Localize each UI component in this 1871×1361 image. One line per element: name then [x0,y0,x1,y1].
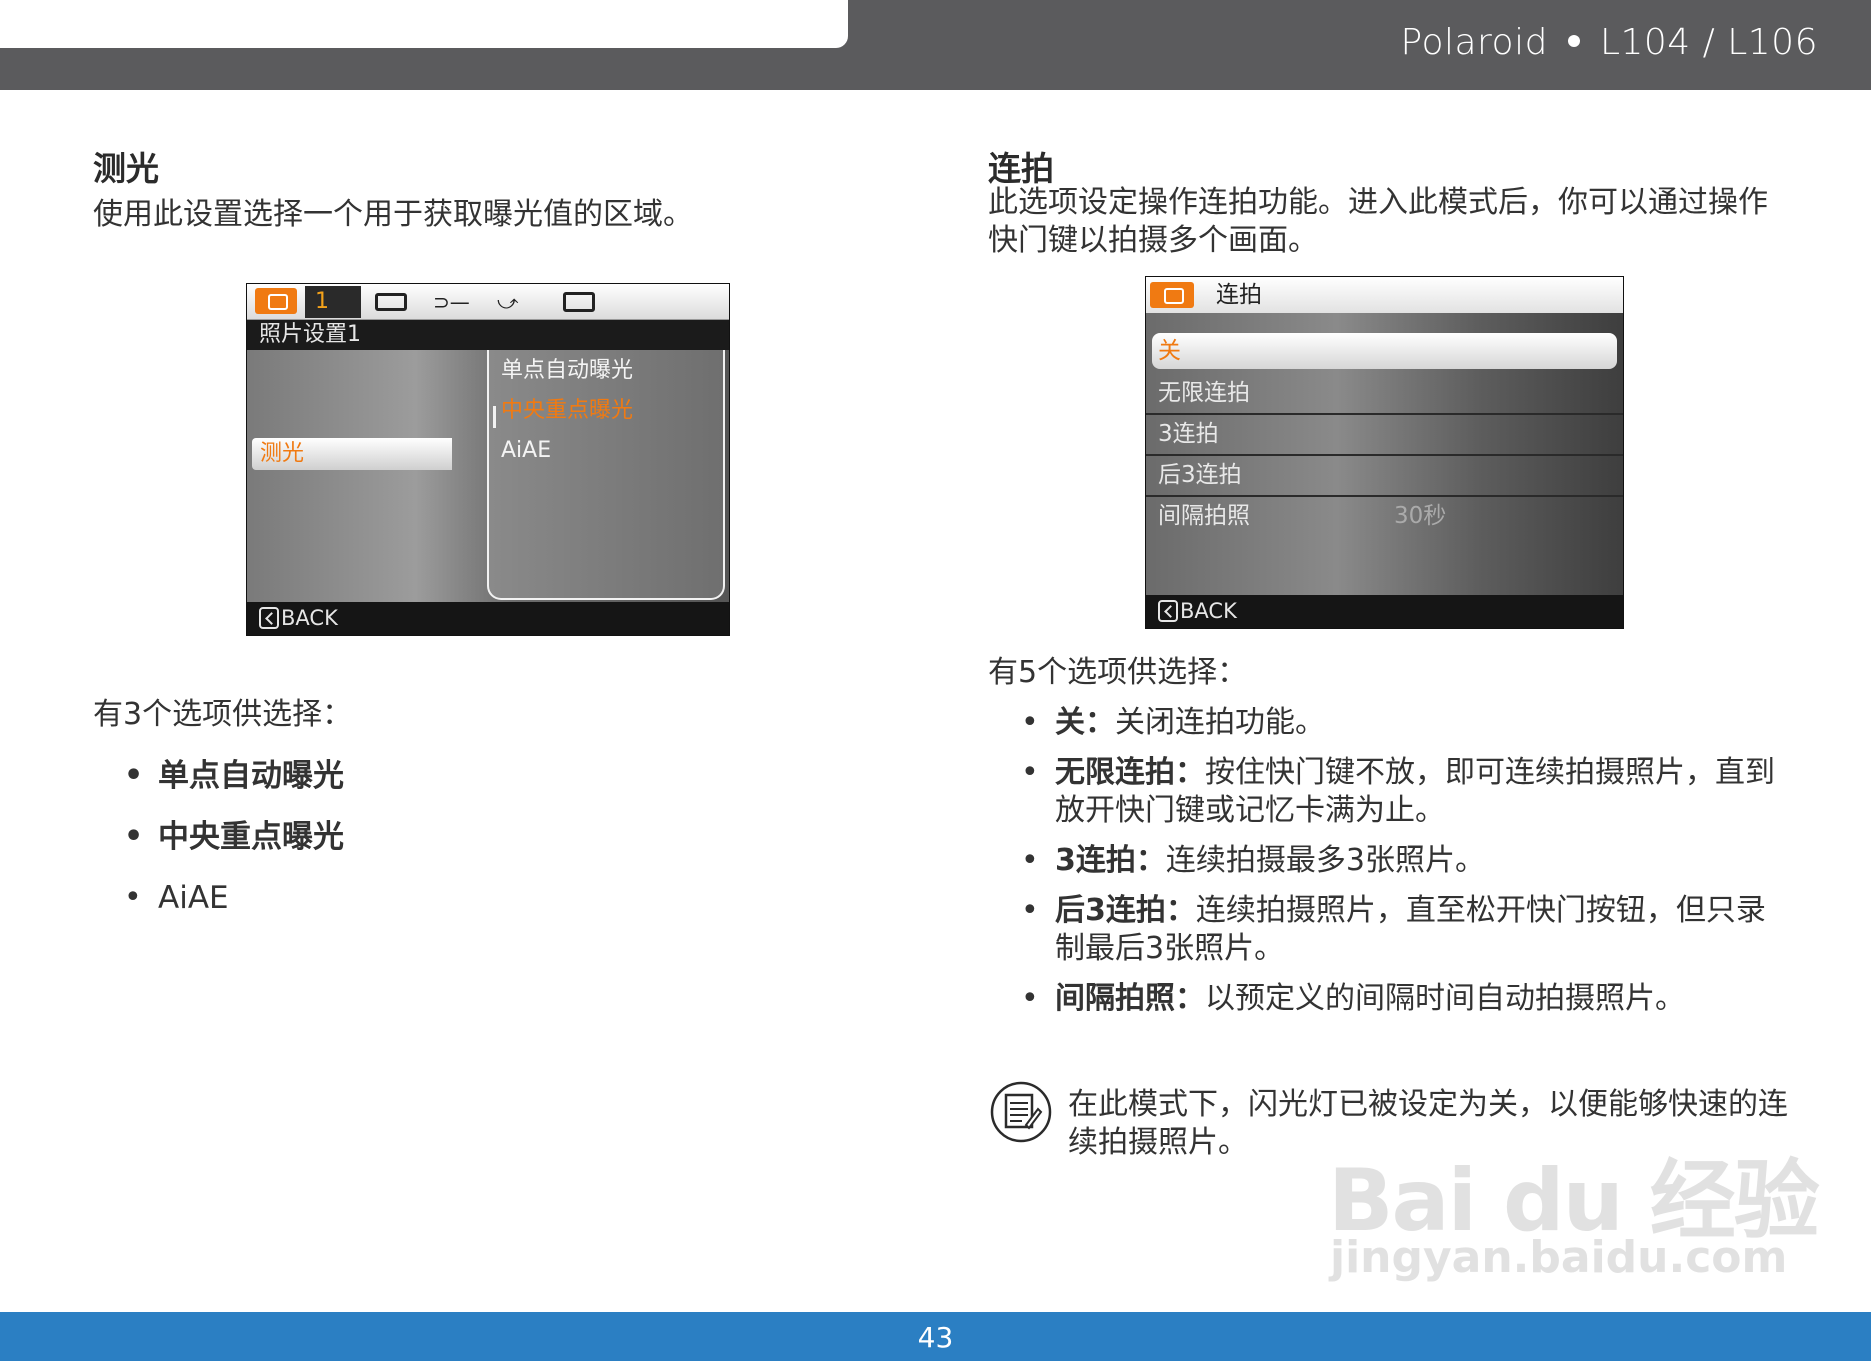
option-cursor [493,406,496,428]
list-item-term: 3连拍： [1055,843,1166,878]
burst-options-list: 关：关闭连拍功能。 无限连拍：按住快门键不放，即可连续拍摄照片，直到放开快门键或… [1021,704,1781,1030]
setup-tab-icon [563,292,595,312]
brand-name: Polaroid [1400,22,1548,63]
list-item-term: 无限连拍： [1055,755,1205,790]
list-item: 中央重点曝光 [124,818,344,856]
interval-value: 30秒 [1394,503,1447,529]
back-label: BACK [281,606,338,630]
metering-intro: 使用此设置选择一个用于获取曝光值的区域。 [93,197,693,232]
back-label: BACK [1180,599,1237,623]
burst-intro: 此选项设定操作连拍功能。进入此模式后，你可以通过操作快门键以拍摄多个画面。 [988,185,1768,258]
screen-subtitle: 照片设置1 [247,320,729,350]
header-tab [0,0,848,48]
page-number: 43 [917,1321,954,1354]
menu-row-interval: 间隔拍照 30秒 [1146,497,1623,538]
screen-title-bar: 连拍 [1146,277,1623,313]
list-item-term: 关： [1055,705,1115,740]
menu-row-3-shots: 3连拍 [1146,415,1623,456]
menu-row-interval-label: 间隔拍照 [1158,503,1250,529]
metering-options-popup: 单点自动曝光 中央重点曝光 AiAE [487,350,725,600]
list-item: 间隔拍照：以预定义的间隔时间自动拍摄照片。 [1021,980,1781,1018]
camera-tab-icon [255,288,297,314]
playback-tab-icon: ⊃— [433,290,470,314]
header-title: Polaroid L104 / L106 [1401,22,1818,63]
separator-dot [1567,35,1580,47]
metering-options-list: 单点自动曝光 中央重点曝光 AiAE [124,757,344,940]
back-hint: BACK [1158,598,1237,625]
list-item: 无限连拍：按住快门键不放，即可连续拍摄照片，直到放开快门键或记忆卡满为止。 [1021,754,1781,830]
menu-row-unlimited: 无限连拍 [1146,374,1623,415]
burst-options-intro: 有5个选项供选择： [988,655,1248,690]
burst-screen: 连拍 关 无限连拍 3连拍 后3连拍 间隔拍照 30秒 BACK [1145,276,1624,629]
list-item: 3连拍：连续拍摄最多3张照片。 [1021,842,1781,880]
metering-screen: 1 2 ⊃— ⤻ 照片设置1 测光 单点自动曝光 中央重点曝光 AiAE BAC… [246,283,730,636]
transfer-tab-icon: ⤻ [497,290,519,314]
list-item-term: 间隔拍照： [1055,981,1205,1016]
list-item-text: 以预定义的间隔时间自动拍摄照片。 [1205,981,1685,1016]
metering-options-intro: 有3个选项供选择： [93,697,353,732]
footer-bar: 43 [0,1312,1871,1361]
burst-title: 连拍 [988,149,1054,188]
list-item: AiAE [124,879,344,917]
menu-row-off: 关 [1152,333,1617,369]
baidu-watermark-url: jingyan.baidu.com [1330,1232,1788,1283]
screen-menu-tabs: 1 2 ⊃— ⤻ [247,284,729,346]
list-item-term: 后3连拍： [1055,893,1196,928]
screen-bottom-bar: BACK [1146,595,1623,628]
burst-options-menu: 关 无限连拍 3连拍 后3连拍 间隔拍照 30秒 [1146,333,1623,538]
menu-page-numbers: 1 2 [305,286,361,346]
back-icon [259,607,279,629]
model-name: L104 / L106 [1599,22,1818,63]
option-aiae: AiAE [501,438,552,463]
selected-menu-item: 测光 [252,438,452,470]
list-item: 单点自动曝光 [124,757,344,795]
list-item-text: 关闭连拍功能。 [1115,705,1325,740]
camera-tab-icon [1150,282,1194,308]
metering-title: 测光 [93,149,159,188]
list-item: 关：关闭连拍功能。 [1021,704,1781,742]
note-icon [990,1081,1052,1143]
back-icon [1158,600,1178,622]
screen-bottom-bar: BACK [247,602,729,635]
back-hint: BACK [259,605,338,632]
option-center-weighted: 中央重点曝光 [501,398,634,423]
menu-row-last-3: 后3连拍 [1146,456,1623,497]
list-item: 后3连拍：连续拍摄照片，直至松开快门按钮，但只录制最后3张照片。 [1021,892,1781,968]
screen-title: 连拍 [1216,282,1262,308]
option-spot-ae: 单点自动曝光 [501,358,634,383]
list-item-text: 连续拍摄最多3张照片。 [1165,843,1485,878]
video-tab-icon [375,293,407,311]
